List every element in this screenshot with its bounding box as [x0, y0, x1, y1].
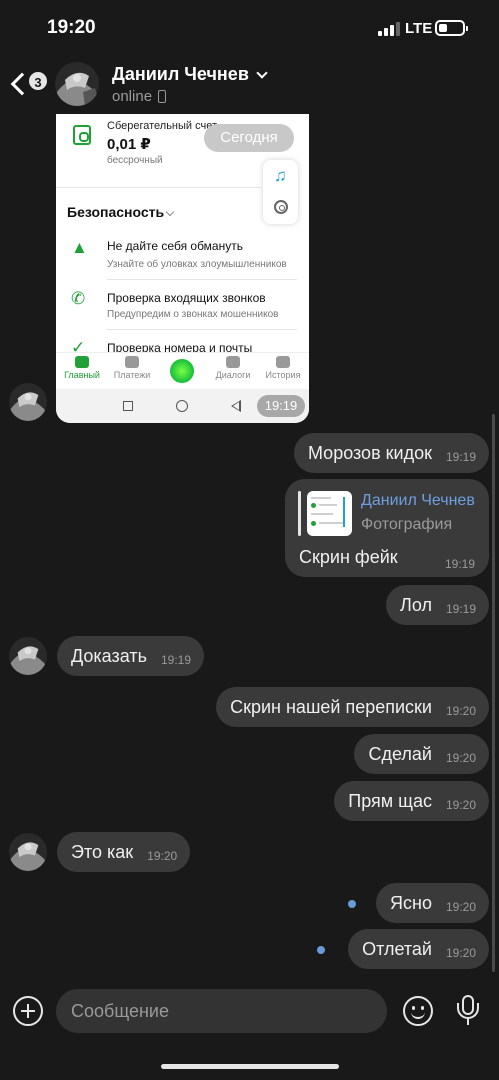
phone-call-icon: ✆ [71, 289, 86, 308]
message-text: Лол [400, 594, 432, 615]
photo-message[interactable]: Сберегательный счет 0,01 ₽ бессрочный Се… [56, 114, 309, 423]
message-text: Морозов кидок [307, 442, 432, 463]
status-time: 19:20 [47, 17, 96, 38]
status-bar: 19:20 LTE [0, 0, 499, 56]
sender-avatar[interactable] [9, 833, 47, 871]
outgoing-message[interactable]: Сделай 19:20 [354, 734, 489, 774]
contact-status-row: online [112, 88, 167, 105]
message-text: Ясно [390, 892, 432, 913]
message-time: 19:20 [445, 900, 476, 914]
nav-payments: Платежи [106, 356, 158, 380]
message-text: Прям щас [348, 790, 432, 811]
unread-dot-icon [348, 900, 356, 908]
outgoing-reply-message[interactable]: Даниил Чечнев Фотография Скрин фейк 19:1… [285, 479, 489, 577]
message-time: 19:20 [445, 704, 476, 718]
home-icon [75, 356, 89, 368]
incoming-message[interactable]: Доказать 19:19 [57, 636, 205, 676]
message-time: 19:20 [445, 751, 476, 765]
outgoing-message[interactable]: Скрин нашей переписки 19:20 [216, 687, 489, 727]
reply-quote-bar [298, 491, 301, 536]
message-time: 19:20 [445, 798, 476, 812]
message-text: Доказать [71, 645, 147, 666]
back-triangle-icon [231, 400, 241, 412]
nav-dialogs: Диалоги [207, 356, 259, 380]
recents-icon [123, 401, 133, 411]
mobile-phone-icon [158, 90, 167, 103]
contact-avatar[interactable] [55, 62, 99, 106]
safe-icon [73, 125, 91, 145]
transfer-icon [125, 356, 139, 368]
contact-name-row[interactable]: Даниил Чечнев [112, 64, 268, 85]
home-indicator[interactable] [161, 1064, 339, 1069]
graduation-cap-icon: ▲ [71, 238, 88, 257]
assistant-icon [170, 359, 194, 383]
signal-icon [378, 22, 400, 36]
incoming-message[interactable]: Это как 19:20 [57, 832, 191, 872]
battery-icon [435, 20, 468, 36]
message-time: 19:19 [444, 557, 475, 571]
message-text: Отлетай [362, 938, 432, 959]
message-input[interactable] [56, 989, 387, 1033]
chat-header: 3 Даниил Чечнев online [0, 56, 499, 114]
divider [107, 329, 297, 330]
account-title: Сберегательный счет [107, 120, 218, 132]
nav-history: История [257, 356, 309, 380]
chevron-down-icon [256, 66, 268, 79]
music-note-icon: ♫ [274, 166, 287, 185]
account-term: бессрочный [107, 155, 163, 166]
message-time: 19:20 [445, 946, 476, 960]
outgoing-message[interactable]: Отлетай 19:20 [348, 929, 489, 969]
chat-bubble-icon [226, 356, 240, 368]
contact-status: online [112, 88, 153, 105]
message-text: Сделай [368, 743, 432, 764]
message-text: Это как [71, 841, 134, 862]
microphone-button[interactable] [455, 993, 481, 1029]
contact-name: Даниил Чечнев [112, 64, 249, 84]
security-row-subtitle: Узнайте об уловках злоумышленников [107, 259, 287, 270]
divider [107, 279, 297, 280]
network-type: LTE [405, 20, 433, 37]
message-composer [0, 986, 499, 1036]
sender-avatar[interactable] [9, 637, 47, 675]
emoji-button[interactable] [403, 996, 433, 1026]
message-text: Скрин фейк [299, 547, 398, 567]
account-amount: 0,01 ₽ [107, 136, 151, 153]
chevron-down-icon [165, 207, 175, 217]
outgoing-message[interactable]: Лол 19:19 [386, 585, 489, 625]
home-circle-icon [176, 400, 188, 412]
outgoing-message[interactable]: Прям щас 19:20 [334, 781, 489, 821]
add-attachment-button[interactable] [13, 996, 43, 1026]
date-pill: Сегодня [204, 124, 294, 152]
outgoing-message[interactable]: Морозов кидок 19:19 [293, 433, 489, 473]
quick-actions-panel: ♫ [263, 160, 298, 224]
chat-scrollbar[interactable] [492, 414, 495, 972]
message-time: 19:20 [147, 849, 178, 863]
security-row-subtitle: Предупредим о звонках мошенников [107, 309, 279, 320]
section-title: Безопасность [67, 204, 165, 220]
reply-photo-thumbnail [307, 491, 352, 536]
reply-type: Фотография [361, 516, 453, 533]
outgoing-message[interactable]: Ясно 19:20 [376, 883, 489, 923]
security-row-title: Проверка входящих звонков [107, 291, 266, 305]
sender-avatar[interactable] [9, 383, 47, 421]
bank-bottom-nav: Главный Платежи Диалоги История [56, 352, 309, 386]
message-time: 19:19 [257, 395, 305, 417]
message-time: 19:19 [445, 450, 476, 464]
unread-dot-icon [317, 946, 325, 954]
clock-icon [276, 356, 290, 368]
message-time: 19:19 [445, 602, 476, 616]
divider [56, 187, 263, 188]
message-time: 19:19 [160, 653, 192, 667]
back-button[interactable]: 3 [6, 64, 49, 104]
message-text: Скрин нашей переписки [230, 696, 432, 717]
nav-home: Главный [56, 356, 108, 380]
unread-badge: 3 [27, 70, 49, 92]
reply-author: Даниил Чечнев [361, 492, 475, 509]
gear-icon [274, 200, 288, 214]
security-row-title: Не дайте себя обмануть [107, 239, 243, 253]
